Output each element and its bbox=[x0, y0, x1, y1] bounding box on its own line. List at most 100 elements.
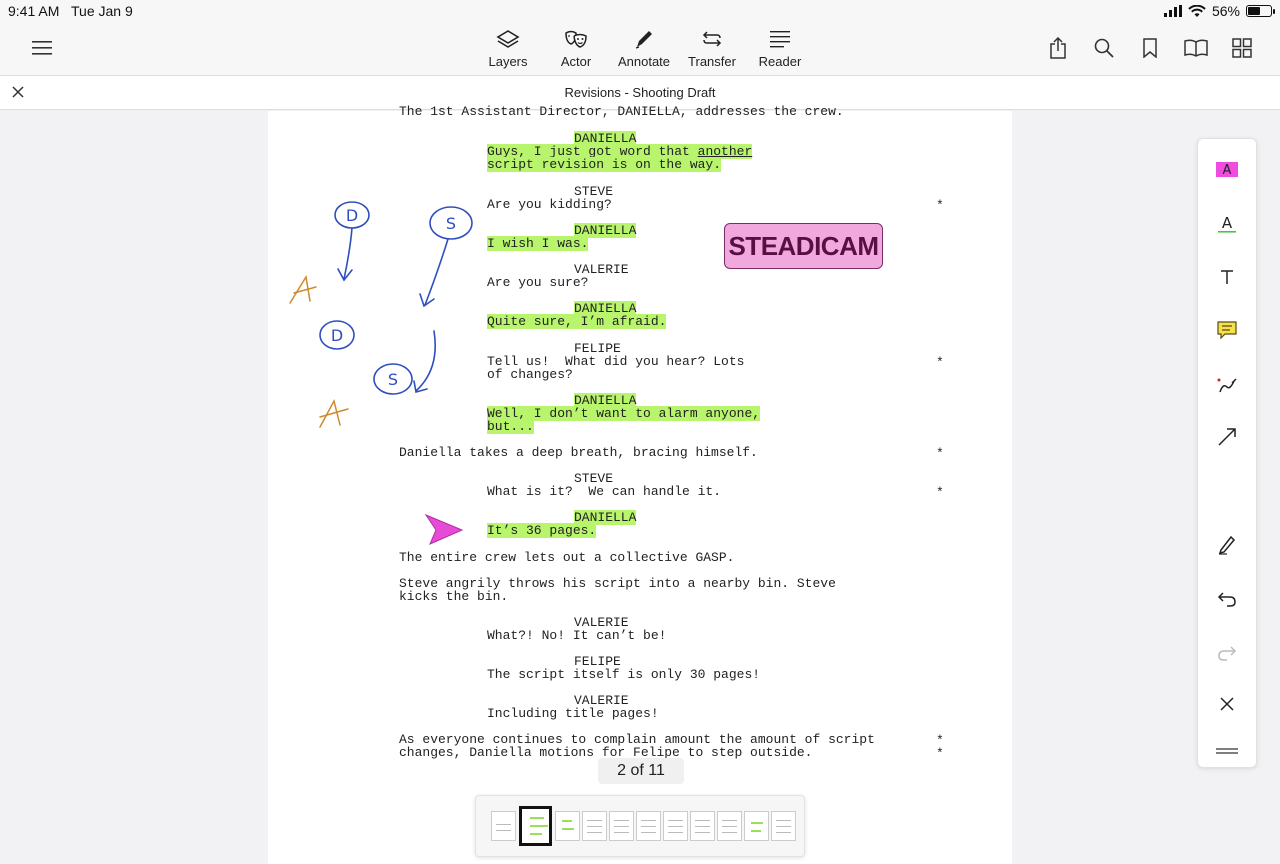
status-right: 56% bbox=[1163, 3, 1275, 19]
dialogue-line: Including title pages! bbox=[487, 706, 659, 721]
underline-tool[interactable]: A bbox=[1198, 204, 1256, 244]
battery-fill bbox=[1248, 7, 1261, 15]
svg-text:A: A bbox=[1222, 214, 1233, 232]
document-title: Revisions - Shooting Draft bbox=[564, 85, 716, 100]
dialogue-line: of changes? bbox=[487, 367, 573, 382]
ink-letter: S bbox=[388, 370, 398, 389]
pointer-arrow bbox=[424, 513, 464, 545]
bookmark-icon bbox=[1143, 38, 1157, 58]
page-thumbnails[interactable] bbox=[475, 795, 805, 857]
layers-icon bbox=[496, 30, 520, 48]
revision-mark: * bbox=[936, 355, 944, 370]
dialogue-line: script revision is on the way. bbox=[487, 157, 722, 172]
annotate-label: Annotate bbox=[617, 54, 671, 69]
page-thumbnail[interactable] bbox=[636, 811, 661, 841]
close-icon bbox=[12, 86, 24, 98]
theater-masks-icon bbox=[565, 30, 587, 48]
revision-mark: * bbox=[936, 485, 944, 500]
highlighted-text: I wish I was. bbox=[487, 236, 589, 251]
orange-ink-strokes bbox=[289, 274, 349, 428]
hamburger-menu-icon bbox=[32, 41, 52, 55]
text-icon bbox=[1221, 270, 1233, 284]
freehand-icon bbox=[1217, 378, 1237, 393]
redo-icon bbox=[1218, 646, 1237, 661]
search-button[interactable] bbox=[1092, 36, 1116, 60]
share-button[interactable] bbox=[1046, 36, 1070, 60]
reader-lines-icon bbox=[770, 31, 790, 48]
redo-button[interactable] bbox=[1198, 631, 1256, 671]
transfer-button[interactable]: Transfer bbox=[678, 26, 746, 69]
svg-text:A: A bbox=[1223, 163, 1232, 178]
status-bar: 9:41 AM Tue Jan 9 56% bbox=[0, 0, 1280, 22]
bookmark-button[interactable] bbox=[1138, 36, 1162, 60]
page-thumbnail-current[interactable] bbox=[519, 806, 552, 846]
page-thumbnail[interactable] bbox=[744, 811, 769, 841]
page-thumbnail[interactable] bbox=[609, 811, 634, 841]
action-line: kicks the bin. bbox=[399, 589, 509, 604]
transfer-icon bbox=[702, 31, 722, 47]
book-icon bbox=[1184, 39, 1208, 57]
revision-mark: * bbox=[936, 746, 944, 761]
right-tools bbox=[1046, 36, 1254, 60]
page-thumbnail[interactable] bbox=[491, 811, 516, 841]
dialogue-line: The script itself is only 30 pages! bbox=[487, 667, 761, 682]
script-page[interactable]: The 1st Assistant Director, DANIELLA, ad… bbox=[268, 105, 1012, 864]
dialogue-line: What is it? We can handle it. bbox=[487, 484, 722, 499]
highlighted-text: but... bbox=[487, 419, 534, 434]
menu-button[interactable] bbox=[30, 36, 54, 60]
close-palette-button[interactable] bbox=[1198, 684, 1256, 724]
center-tools: Layers Actor Annotate Transfer Reader bbox=[474, 26, 814, 69]
share-icon bbox=[1050, 37, 1066, 59]
comment-icon bbox=[1217, 321, 1237, 340]
battery-percent: 56% bbox=[1211, 3, 1240, 19]
highlighted-text: script revision is on the way. bbox=[487, 157, 722, 172]
battery-icon bbox=[1246, 5, 1275, 17]
annotate-button[interactable]: Annotate bbox=[610, 26, 678, 69]
layers-button[interactable]: Layers bbox=[474, 26, 542, 69]
reader-label: Reader bbox=[758, 54, 802, 69]
pen-settings-tool[interactable] bbox=[1198, 524, 1256, 564]
text-tool[interactable] bbox=[1198, 257, 1256, 297]
undo-icon bbox=[1217, 592, 1236, 607]
dialogue-line: What?! No! It can’t be! bbox=[487, 628, 667, 643]
ink-letter: S bbox=[446, 214, 456, 233]
underline-icon: A bbox=[1218, 214, 1236, 233]
page-thumbnail[interactable] bbox=[663, 811, 688, 841]
book-button[interactable] bbox=[1184, 36, 1208, 60]
dialogue-line: Are you sure? bbox=[487, 275, 589, 290]
reader-button[interactable]: Reader bbox=[746, 26, 814, 69]
arrow-icon bbox=[1218, 428, 1236, 446]
layers-label: Layers bbox=[488, 54, 528, 69]
annotation-palette: A A bbox=[1197, 138, 1257, 768]
page-thumbnail[interactable] bbox=[555, 811, 580, 841]
undo-button[interactable] bbox=[1198, 577, 1256, 617]
highlighted-text: Quite sure, I’m afraid. bbox=[487, 314, 667, 329]
highlighter-tool[interactable]: A bbox=[1198, 149, 1256, 189]
highlighted-text: It’s 36 pages. bbox=[487, 523, 597, 538]
actor-button[interactable]: Actor bbox=[542, 26, 610, 69]
page-counter: 2 of 11 bbox=[598, 758, 684, 784]
dialogue-line: It’s 36 pages. bbox=[487, 523, 597, 538]
palette-drag-handle[interactable] bbox=[1198, 731, 1256, 771]
page-thumbnail[interactable] bbox=[771, 811, 796, 841]
freehand-tool[interactable] bbox=[1198, 365, 1256, 405]
page-thumbnail[interactable] bbox=[717, 811, 742, 841]
dialogue-line: Quite sure, I’m afraid. bbox=[487, 314, 667, 329]
blue-ink-strokes bbox=[319, 201, 473, 395]
close-document-button[interactable] bbox=[10, 84, 26, 100]
arrow-tool[interactable] bbox=[1198, 417, 1256, 457]
comment-tool[interactable] bbox=[1198, 310, 1256, 350]
dialogue-line: I wish I was. bbox=[487, 236, 589, 251]
status-left: 9:41 AM Tue Jan 9 bbox=[8, 3, 141, 19]
top-toolbar: Layers Actor Annotate Transfer Reader bbox=[0, 22, 1280, 76]
page-thumbnail[interactable] bbox=[690, 811, 715, 841]
actor-label: Actor bbox=[560, 54, 592, 69]
search-icon bbox=[1094, 38, 1114, 58]
steadicam-stamp[interactable]: STEADICAM bbox=[724, 223, 883, 269]
grid-button[interactable] bbox=[1230, 36, 1254, 60]
close-icon bbox=[1220, 697, 1234, 711]
action-line: The entire crew lets out a collective GA… bbox=[399, 550, 735, 565]
pen-icon bbox=[635, 31, 652, 49]
status-date: Tue Jan 9 bbox=[71, 3, 133, 19]
page-thumbnail[interactable] bbox=[582, 811, 607, 841]
